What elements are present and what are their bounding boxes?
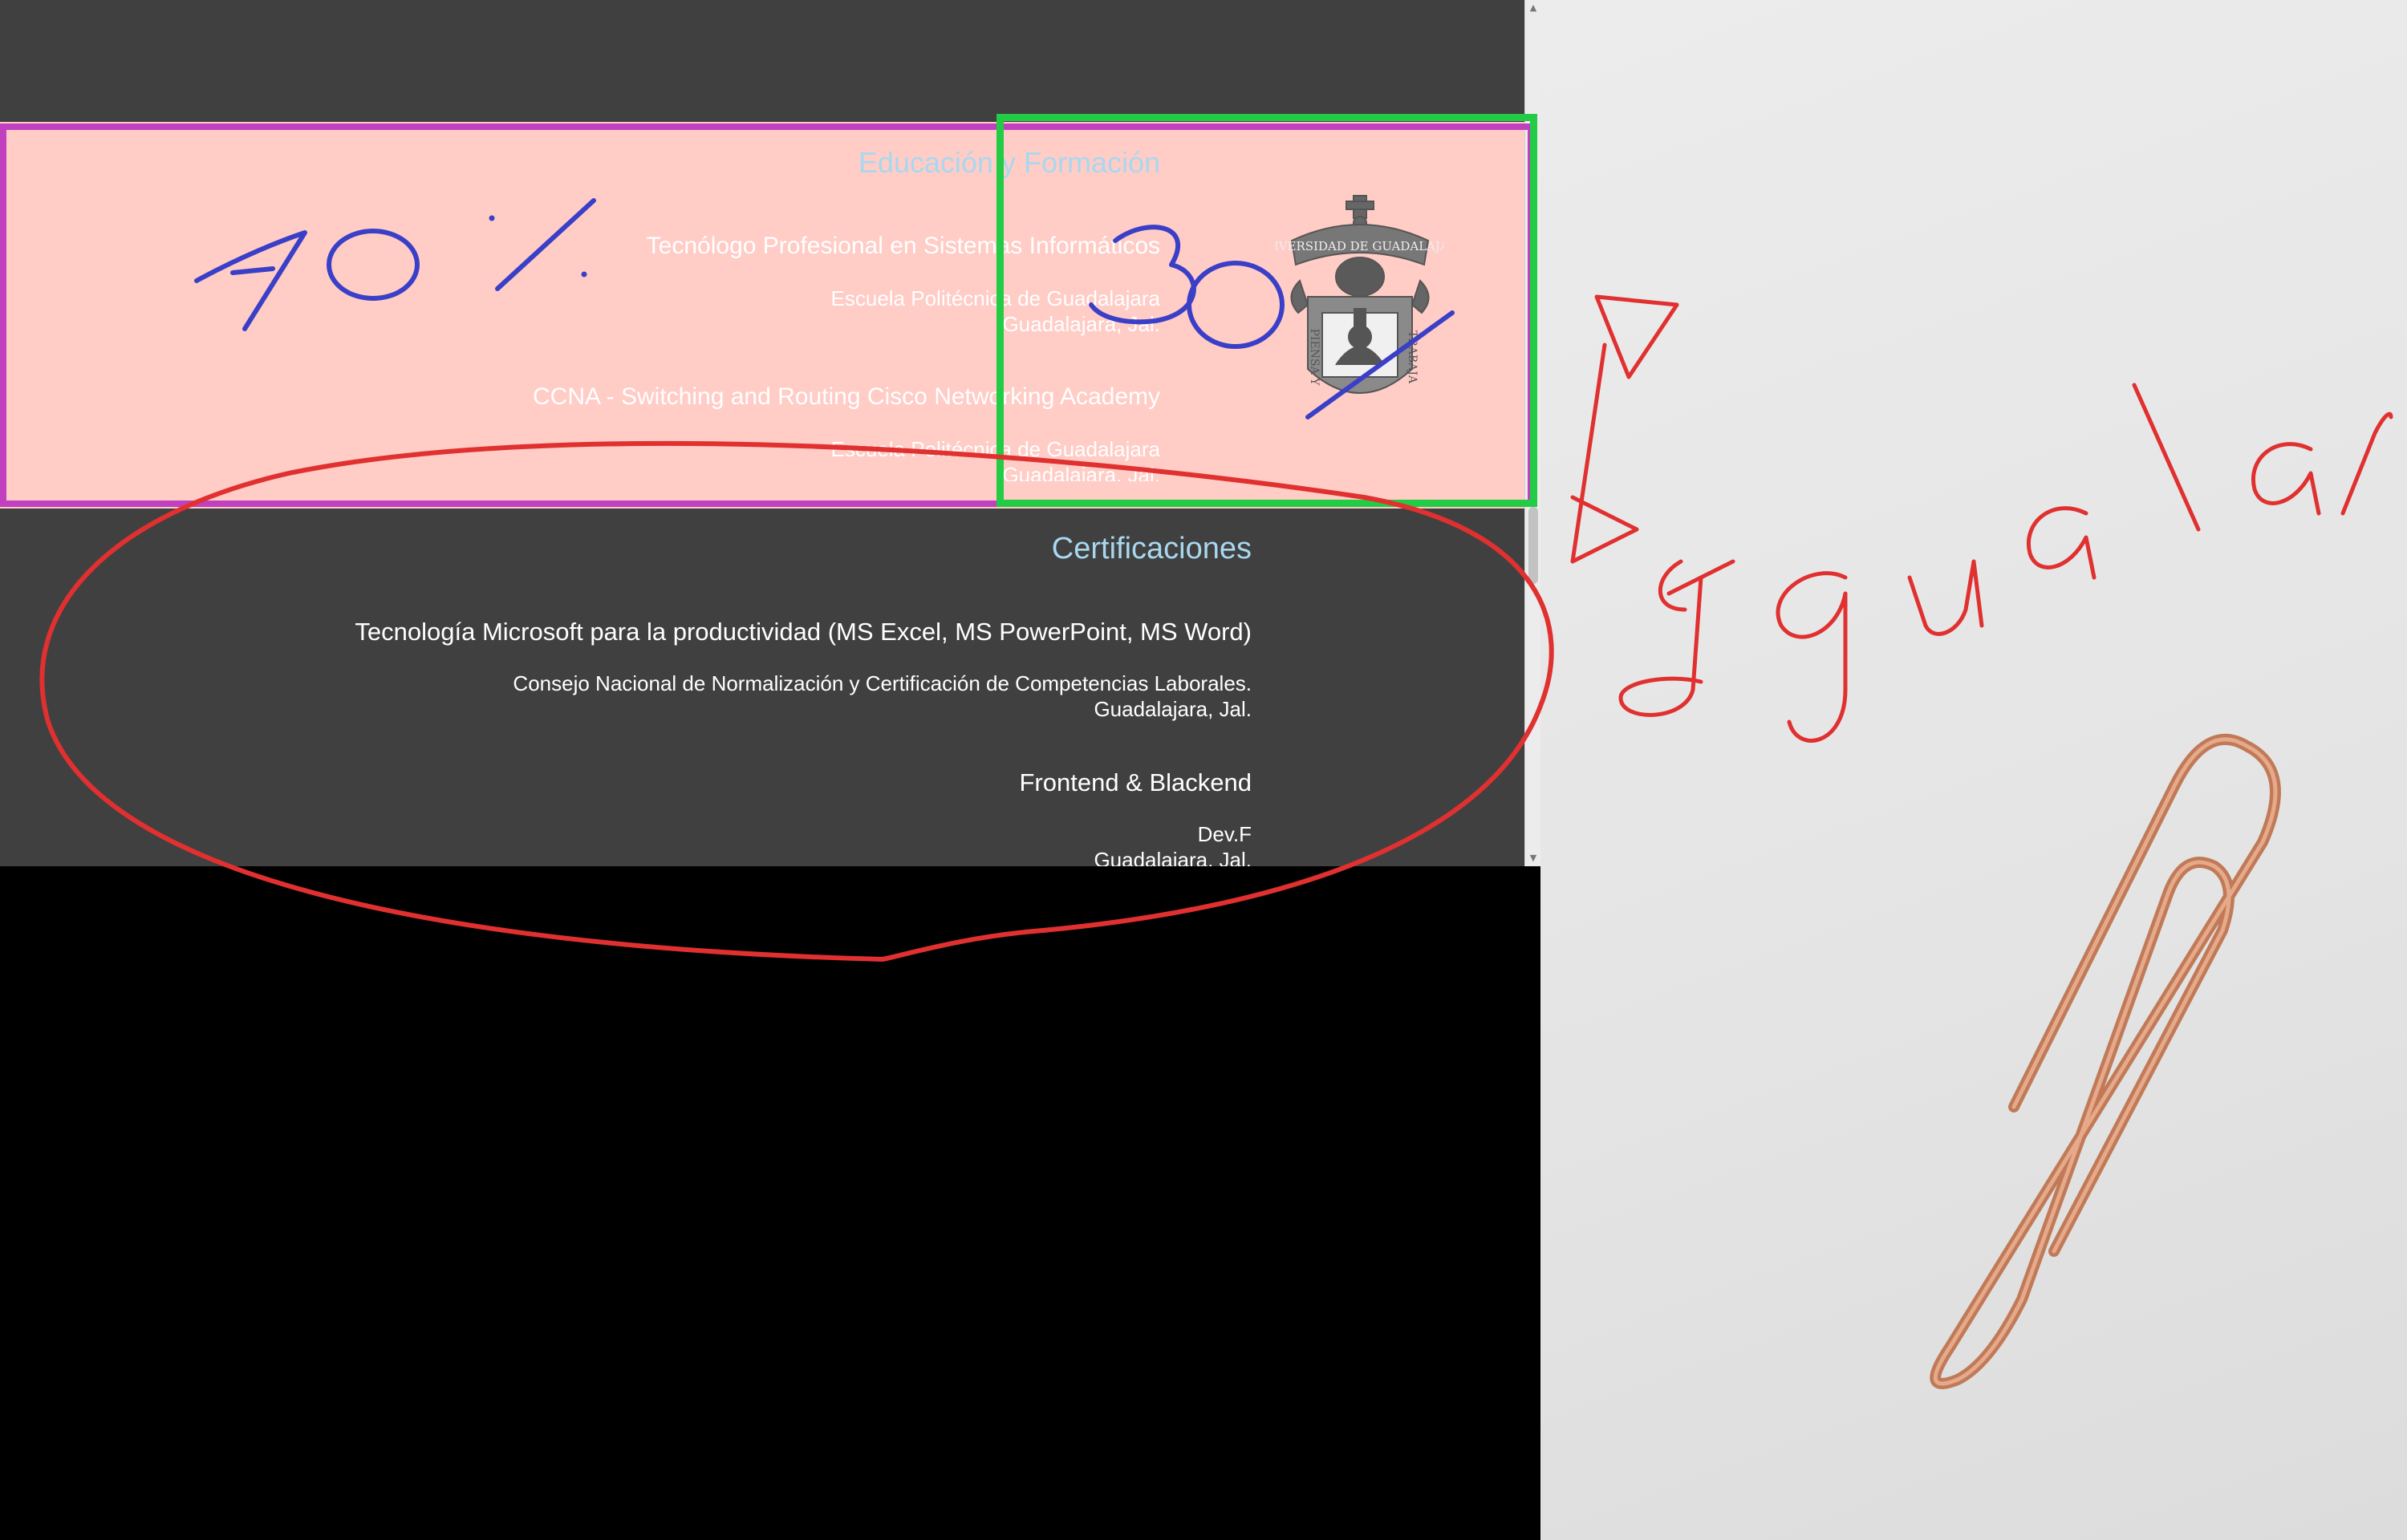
scrollbar-thumb[interactable] <box>1528 507 1538 584</box>
certification-entry-location: Guadalajara, Jal. <box>1094 848 1252 866</box>
green-annotation-box <box>996 114 1537 507</box>
paperclip-icon <box>1930 733 2281 1389</box>
certifications-title: Certificaciones <box>1051 532 1252 565</box>
certification-entry-title: Tecnología Microsoft para la productivid… <box>355 618 1252 646</box>
certification-entry-org: Dev.F <box>1197 822 1252 846</box>
certification-entry-title: Frontend & Blackend <box>1019 768 1252 796</box>
triangle-down-icon[interactable]: ▼ <box>1525 850 1540 866</box>
certification-entry-location: Guadalajara, Jal. <box>1094 697 1252 721</box>
triangle-up-icon[interactable]: ▲ <box>1525 0 1540 16</box>
certification-entry-org: Consejo Nacional de Normalización y Cert… <box>513 671 1252 695</box>
paper-background <box>1540 0 2407 1540</box>
